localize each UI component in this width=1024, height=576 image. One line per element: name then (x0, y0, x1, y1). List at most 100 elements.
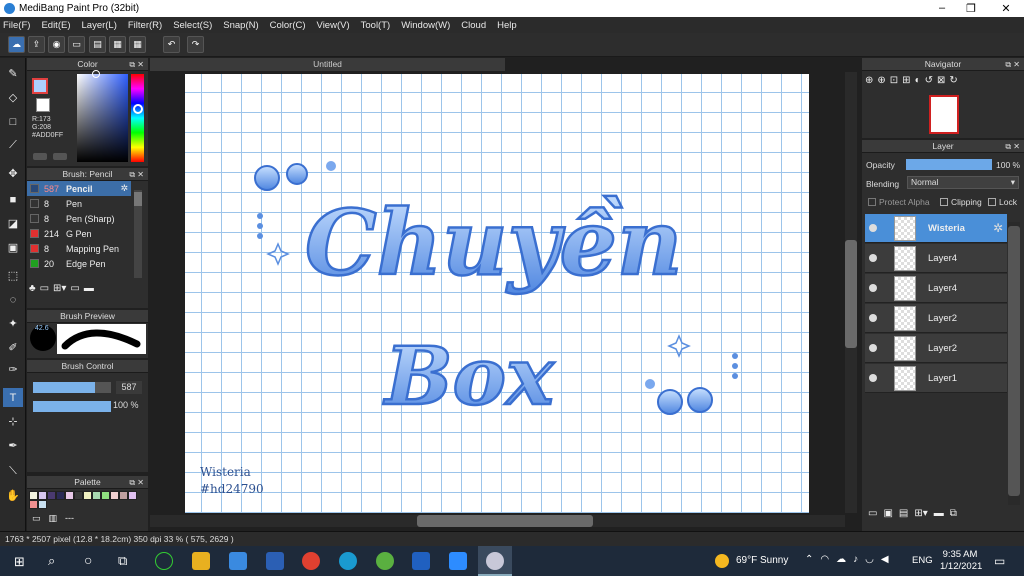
zoom-out-icon[interactable]: ⊕ (877, 75, 885, 86)
horizontal-scroll-thumb[interactable] (417, 515, 593, 527)
wifi-icon[interactable]: ◡ (865, 554, 874, 565)
lock-checkbox[interactable] (988, 198, 996, 206)
layer-row[interactable]: Layer1 (865, 364, 1007, 393)
brush-tool-icon[interactable]: ✎ (3, 64, 23, 83)
color-swap-button[interactable] (53, 153, 67, 160)
panel-close-icon[interactable]: ⧉ ✕ (129, 476, 144, 489)
comment-icon[interactable]: ◉ (48, 36, 65, 53)
brush-item-mapping-pen[interactable]: 8 Mapping Pen (27, 241, 131, 256)
brush-list-scroll-thumb[interactable] (134, 192, 142, 206)
brush-new-icon[interactable]: ▭ (40, 283, 49, 300)
clipping-checkbox[interactable] (940, 198, 948, 206)
menu-color[interactable]: Color(C) (270, 20, 306, 31)
dot-tool-icon[interactable]: □ (3, 112, 23, 131)
menu-view[interactable]: View(V) (317, 20, 350, 31)
task-view-icon[interactable]: ○ (84, 552, 92, 568)
palette-swatch[interactable] (38, 491, 47, 500)
app-u-icon[interactable] (155, 552, 173, 570)
magic-wand-tool-icon[interactable]: ✦ (3, 314, 23, 333)
brush-lock-icon[interactable]: ♣ (29, 283, 36, 300)
store-icon[interactable] (229, 552, 247, 570)
palette-new-icon[interactable]: ▭ (32, 513, 41, 524)
language-indicator[interactable]: ENG (912, 555, 933, 566)
brush-item-g-pen[interactable]: 214 G Pen (27, 226, 131, 241)
share-icon[interactable]: ⇪ (28, 36, 45, 53)
windows-start-icon[interactable]: ⊞ (14, 554, 25, 570)
minimize-button[interactable]: – (932, 2, 952, 15)
palette-swatch[interactable] (47, 491, 56, 500)
document-tab[interactable]: Untitled (150, 58, 505, 71)
undo-icon[interactable]: ↶ (163, 36, 180, 53)
new-color-layer-icon[interactable]: ▤ (899, 508, 908, 519)
palette-delete-icon[interactable]: ▥ (49, 513, 58, 524)
microphone-icon[interactable]: ♪ (853, 554, 858, 565)
operation-tool-icon[interactable]: ⊹ (3, 412, 23, 431)
palette-swatch[interactable] (29, 491, 38, 500)
layer-row[interactable]: Layer2 (865, 304, 1007, 333)
primary-color-swatch[interactable] (32, 78, 48, 94)
protect-alpha-option[interactable]: Protect Alpha (868, 197, 930, 207)
cloud-tray-icon[interactable]: ☁ (836, 554, 846, 565)
palette-swatch[interactable] (92, 491, 101, 500)
text-tool-icon[interactable]: T (3, 388, 23, 407)
layer-list-scroll-thumb[interactable] (1008, 226, 1020, 496)
palette-swatch[interactable] (29, 500, 38, 509)
navigator-thumbnail[interactable] (929, 95, 959, 134)
layer-opacity-slider[interactable] (906, 159, 992, 170)
palette-swatch[interactable] (38, 500, 47, 509)
volume-icon[interactable]: ◀ (881, 554, 889, 565)
search-icon[interactable]: ⌕ (48, 553, 55, 569)
protect-alpha-checkbox[interactable] (868, 198, 876, 206)
brush-settings-gear-icon[interactable]: ✲ (120, 183, 128, 194)
palette-swatch[interactable] (56, 491, 65, 500)
panel-close-icon[interactable]: ⧉ ✕ (1005, 140, 1020, 153)
clipping-option[interactable]: Clipping (940, 197, 982, 207)
bucket-tool-icon[interactable]: ◪ (3, 214, 23, 233)
palette-swatch[interactable] (119, 491, 128, 500)
close-button[interactable]: ✕ (996, 2, 1016, 15)
eye-icon[interactable] (869, 374, 877, 382)
maximize-button[interactable]: ❐ (961, 2, 981, 15)
gradient-tool-icon[interactable]: ▣ (3, 238, 23, 257)
new-layer-icon[interactable]: ▭ (868, 508, 877, 519)
layer-list-scrollbar[interactable] (1008, 222, 1020, 505)
hue-slider[interactable] (131, 74, 144, 162)
weather-widget[interactable]: 69°F Sunny (736, 555, 788, 566)
eye-icon[interactable] (869, 254, 877, 262)
panel-close-icon[interactable]: ⧉ ✕ (129, 168, 144, 181)
network-icon[interactable]: ◠ (820, 554, 829, 565)
notification-icon[interactable]: ▭ (994, 554, 1005, 568)
clock[interactable]: 9:35 AM 1/12/2021 (940, 549, 982, 573)
saturation-value-picker[interactable] (77, 74, 128, 162)
panel-close-icon[interactable]: ⧉ ✕ (129, 58, 144, 71)
page-icon[interactable]: ▤ (89, 36, 106, 53)
select-eraser-tool-icon[interactable]: ✑ (3, 360, 23, 379)
palette-swatch[interactable] (110, 491, 119, 500)
redo-icon[interactable]: ↷ (187, 36, 204, 53)
photos-icon[interactable] (412, 552, 430, 570)
medibang-taskbar-button[interactable] (478, 546, 512, 576)
sv-cursor[interactable] (92, 70, 100, 78)
reset-icon[interactable]: ⊠ (937, 75, 945, 86)
duplicate-layer-icon[interactable]: ▣ (883, 508, 892, 519)
menu-layer[interactable]: Layer(L) (82, 20, 117, 31)
brush-list-scrollbar[interactable] (134, 190, 142, 278)
widgets-icon[interactable]: ⧉ (118, 553, 127, 569)
lasso-tool-icon[interactable]: ◌ (3, 290, 23, 309)
add-layer-menu-icon[interactable]: ⊞▾ (914, 508, 927, 519)
merge-layer-icon[interactable]: ⧉ (950, 508, 957, 519)
menu-cloud[interactable]: Cloud (461, 20, 486, 31)
zoom-icon[interactable] (449, 552, 467, 570)
chrome-alt-icon[interactable] (376, 552, 394, 570)
flip-icon[interactable]: ◐ (915, 75, 921, 86)
eraser-tool-icon[interactable]: ◇ (3, 88, 23, 107)
menu-tool[interactable]: Tool(T) (361, 20, 391, 31)
drawing-canvas[interactable]: Chuyền Box Wisteria #hd24790 (185, 74, 809, 513)
menu-file[interactable]: File(F) (3, 20, 30, 31)
hue-cursor[interactable] (133, 104, 143, 114)
layer-row[interactable]: Layer4 (865, 274, 1007, 303)
select-tool-icon[interactable]: ⬚ (3, 266, 23, 285)
zoom-in-icon[interactable]: ⊕ (865, 75, 873, 86)
brush-size-value[interactable]: 587 (116, 381, 142, 394)
horizontal-scrollbar[interactable] (150, 515, 845, 527)
